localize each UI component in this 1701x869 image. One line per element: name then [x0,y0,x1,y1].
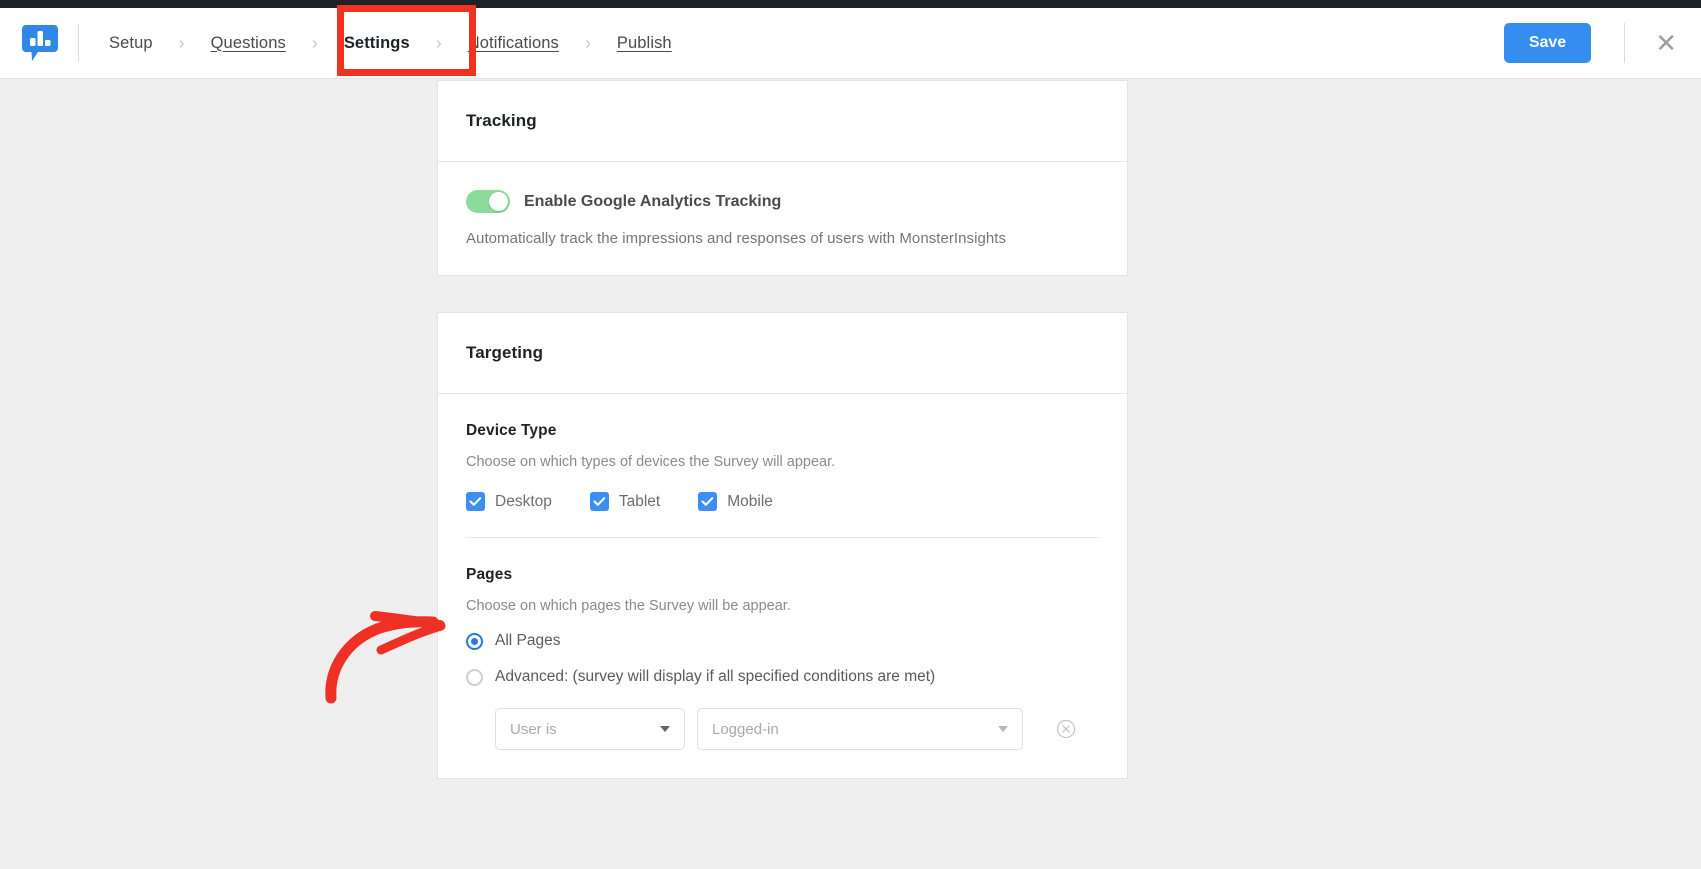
chevron-down-icon [660,726,670,732]
tracking-card-header: Tracking [438,81,1127,162]
nav-step-publish[interactable]: Publish [613,34,676,53]
chevron-right-icon-1: › [178,33,185,53]
targeting-section-divider [466,537,1099,538]
device-type-title: Device Type [466,422,557,439]
page-condition-row: User is Logged-in [466,708,1099,750]
chevron-right-icon-2: › [311,33,318,53]
condition-subject-select[interactable]: User is [495,708,685,750]
condition-state-select[interactable]: Logged-in [697,708,1023,750]
chevron-down-icon [998,726,1008,732]
device-checkbox-desktop-label: Desktop [495,492,552,510]
device-checkbox-mobile[interactable]: Mobile [698,492,773,511]
pages-radio-all-pages-label: All Pages [495,632,561,649]
close-icon[interactable]: ✕ [1655,30,1677,56]
app-header: Setup › Questions › Settings › Notificat… [0,8,1701,79]
tracking-card-body: Enable Google Analytics Tracking Automat… [438,162,1127,275]
targeting-card: Targeting Device Type Choose on which ty… [437,312,1128,779]
device-checkbox-mobile-label: Mobile [727,492,773,510]
device-type-options: Desktop Tablet Mobile [466,492,1099,511]
pages-title: Pages [466,566,513,583]
tracking-card: Tracking Enable Google Analytics Trackin… [437,80,1128,276]
targeting-card-header: Targeting [438,313,1127,394]
device-type-description: Choose on which types of devices the Sur… [466,454,836,470]
header-actions-divider [1624,23,1626,63]
checkbox-checked-icon [589,492,609,511]
header-actions: Save ✕ [1503,23,1701,63]
google-analytics-toggle-row[interactable]: Enable Google Analytics Tracking [466,190,1099,213]
radio-selected-icon [466,632,483,650]
nav-step-settings[interactable]: Settings [340,34,414,53]
tracking-title: Tracking [466,111,537,130]
nav-step-setup[interactable]: Setup [105,34,157,53]
pages-radio-advanced[interactable]: Advanced: (survey will display if all sp… [466,668,1099,686]
device-checkbox-tablet[interactable]: Tablet [589,492,661,511]
device-checkbox-desktop[interactable]: Desktop [466,492,552,511]
card-spacer [437,276,1128,312]
breadcrumb: Setup › Questions › Settings › Notificat… [105,8,676,78]
chevron-right-icon-4: › [584,33,591,53]
condition-subject-value: User is [510,720,557,738]
pages-radio-all-pages[interactable]: All Pages [466,632,1099,650]
device-checkbox-tablet-label: Tablet [618,492,661,510]
enable-google-analytics-label: Enable Google Analytics Tracking [524,192,782,210]
nav-step-notifications[interactable]: Notifications [464,34,563,53]
targeting-title: Targeting [466,343,544,362]
remove-condition-icon[interactable] [1056,719,1076,739]
condition-state-value: Logged-in [712,720,779,738]
toggle-knob [489,192,508,211]
checkbox-checked-icon [698,492,718,511]
chevron-right-icon-3: › [435,33,442,53]
radio-unselected-icon [466,668,483,686]
pages-description: Choose on which pages the Survey will be… [466,598,791,614]
wp-admin-bar [0,0,1701,8]
app-logo[interactable] [20,23,60,63]
targeting-card-body: Device Type Choose on which types of dev… [438,394,1127,778]
checkbox-checked-icon [466,492,485,511]
tracking-description: Automatically track the impressions and … [466,230,1007,247]
settings-content: Tracking Enable Google Analytics Trackin… [437,80,1128,779]
enable-google-analytics-toggle[interactable] [466,190,510,213]
save-button[interactable]: Save [1503,23,1592,63]
header-divider [78,24,79,62]
nav-step-questions[interactable]: Questions [207,34,290,53]
pages-radio-advanced-label: Advanced: (survey will display if all sp… [495,668,936,685]
survey-bar-chart-bubble-icon [22,25,58,61]
